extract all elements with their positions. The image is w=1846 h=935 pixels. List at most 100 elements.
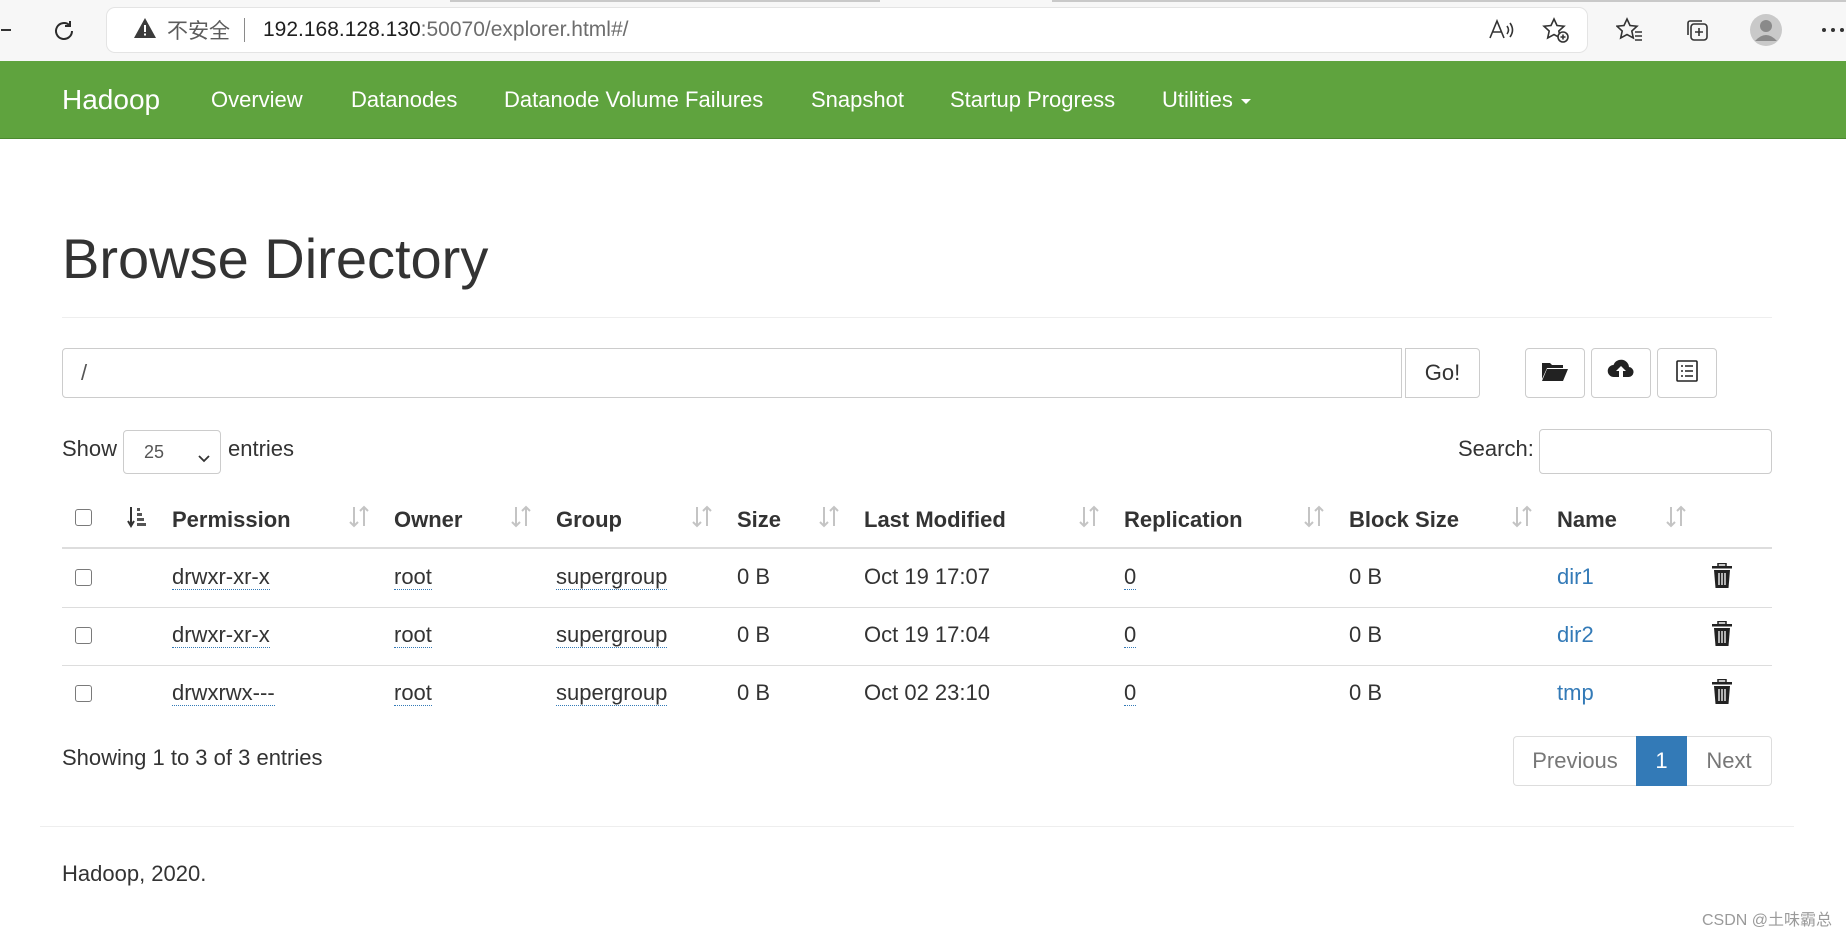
nav-startup-progress[interactable]: Startup Progress	[950, 61, 1115, 138]
pagination-previous[interactable]: Previous	[1513, 736, 1636, 786]
address-bar[interactable]: 不安全 192.168.128.130:50070/explorer.html#…	[107, 8, 1587, 52]
group-value[interactable]: supergroup	[556, 564, 668, 590]
upload-files-button[interactable]	[1591, 348, 1651, 398]
cell-name-link[interactable]: tmp	[1557, 678, 1594, 708]
go-button[interactable]: Go!	[1405, 348, 1480, 398]
favorites-icon[interactable]	[1614, 15, 1646, 45]
create-directory-button[interactable]	[1525, 348, 1585, 398]
row-checkbox[interactable]	[75, 685, 92, 702]
profile-avatar-icon[interactable]	[1748, 12, 1784, 48]
sort-both-icon[interactable]	[1665, 505, 1687, 534]
nav-overview[interactable]: Overview	[211, 61, 303, 138]
add-favorite-icon[interactable]	[1540, 15, 1572, 45]
column-header-block-size[interactable]: Block Size	[1349, 505, 1459, 535]
pagination-next[interactable]: Next	[1687, 736, 1772, 786]
row-checkbox[interactable]	[75, 569, 92, 586]
cut-paste-list-button[interactable]	[1657, 348, 1717, 398]
replication-value[interactable]: 0	[1124, 564, 1137, 590]
cell-replication[interactable]: 0	[1124, 620, 1137, 650]
chevron-down-icon	[196, 441, 212, 483]
entries-label: entries	[228, 436, 295, 461]
url-host: 192.168.128.130	[263, 18, 421, 41]
directory-path-input[interactable]	[62, 348, 1402, 398]
owner-value[interactable]: root	[394, 622, 432, 648]
footer-copyright: Hadoop, 2020.	[62, 861, 207, 886]
watermark: CSDN @土味霸总	[1701, 912, 1832, 929]
nav-datanodes[interactable]: Datanodes	[351, 61, 457, 138]
cell-block-size: 0 B	[1349, 680, 1383, 705]
top-navbar: Hadoop Overview Datanodes Datanode Volum…	[0, 61, 1846, 139]
column-header-group[interactable]: Group	[556, 505, 622, 535]
sort-both-icon[interactable]	[1511, 505, 1533, 534]
sort-both-icon[interactable]	[510, 505, 532, 534]
cell-owner[interactable]: root	[394, 620, 432, 650]
trash-icon[interactable]	[1711, 678, 1733, 710]
browser-tab-edge	[450, 0, 880, 2]
cell-group[interactable]: supergroup	[556, 620, 668, 650]
cell-owner[interactable]: root	[394, 678, 432, 708]
cell-block-size: 0 B	[1349, 622, 1383, 647]
column-header-last-modified[interactable]: Last Modified	[864, 505, 1006, 535]
title-divider	[62, 317, 1772, 318]
permission-value[interactable]: drwxrwx---	[172, 680, 275, 706]
cell-last-modified: Oct 19 17:04	[864, 622, 990, 647]
owner-value[interactable]: root	[394, 680, 432, 706]
table-info: Showing 1 to 3 of 3 entries	[62, 745, 323, 770]
security-label[interactable]: 不安全	[167, 15, 230, 45]
cell-name-link[interactable]: dir1	[1557, 562, 1594, 592]
group-value[interactable]: supergroup	[556, 622, 668, 648]
read-aloud-icon[interactable]	[1486, 16, 1516, 44]
owner-value[interactable]: root	[394, 564, 432, 590]
page-title: Browse Directory	[62, 227, 489, 290]
cell-group[interactable]: supergroup	[556, 562, 668, 592]
browser-toolbar: 不安全 192.168.128.130:50070/explorer.html#…	[0, 0, 1846, 62]
cell-last-modified: Oct 19 17:07	[864, 564, 990, 589]
caret-down-icon	[1240, 98, 1251, 104]
trash-icon[interactable]	[1711, 562, 1733, 594]
sort-both-icon[interactable]	[348, 505, 370, 534]
sort-ascending-icon[interactable]	[127, 505, 149, 534]
sort-both-icon[interactable]	[818, 505, 840, 534]
nav-datanode-volume-failures[interactable]: Datanode Volume Failures	[504, 61, 763, 138]
nav-utilities-dropdown[interactable]: Utilities	[1162, 61, 1251, 138]
group-value[interactable]: supergroup	[556, 680, 668, 706]
cell-permission[interactable]: drwxr-xr-x	[172, 620, 270, 650]
collections-icon[interactable]	[1681, 15, 1713, 45]
search-input[interactable]	[1539, 429, 1772, 474]
replication-value[interactable]: 0	[1124, 680, 1137, 706]
row-checkbox[interactable]	[75, 627, 92, 644]
trash-icon[interactable]	[1711, 620, 1733, 652]
permission-value[interactable]: drwxr-xr-x	[172, 622, 270, 648]
cell-group[interactable]: supergroup	[556, 678, 668, 708]
column-header-name[interactable]: Name	[1557, 505, 1617, 535]
more-options-icon[interactable]	[1820, 22, 1846, 38]
sort-both-icon[interactable]	[1078, 505, 1100, 534]
column-header-owner[interactable]: Owner	[394, 505, 462, 535]
refresh-icon[interactable]	[46, 14, 82, 48]
footer-divider	[40, 826, 1794, 827]
column-header-permission[interactable]: Permission	[172, 505, 291, 535]
permission-value[interactable]: drwxr-xr-x	[172, 564, 270, 590]
nav-snapshot[interactable]: Snapshot	[811, 61, 904, 138]
select-all-checkbox[interactable]	[75, 509, 92, 526]
cell-name-link[interactable]: dir2	[1557, 620, 1594, 650]
brand-logo[interactable]: Hadoop	[62, 61, 160, 138]
list-alt-icon	[1676, 359, 1698, 387]
cell-permission[interactable]: drwxrwx---	[172, 678, 275, 708]
back-edge-icon[interactable]	[0, 22, 12, 38]
entries-per-page-select[interactable]: 25	[123, 430, 221, 474]
cell-replication[interactable]: 0	[1124, 562, 1137, 592]
sort-both-icon[interactable]	[1303, 505, 1325, 534]
sort-both-icon[interactable]	[691, 505, 713, 534]
cell-permission[interactable]: drwxr-xr-x	[172, 562, 270, 592]
pagination-page-1[interactable]: 1	[1636, 736, 1687, 786]
cloud-upload-icon	[1607, 359, 1635, 388]
url-text[interactable]: 192.168.128.130:50070/explorer.html#/	[263, 18, 628, 42]
cell-replication[interactable]: 0	[1124, 678, 1137, 708]
column-header-replication[interactable]: Replication	[1124, 505, 1243, 535]
warning-icon[interactable]	[133, 17, 157, 44]
column-header-size[interactable]: Size	[737, 505, 781, 535]
replication-value[interactable]: 0	[1124, 622, 1137, 648]
cell-owner[interactable]: root	[394, 562, 432, 592]
show-label: Show	[62, 436, 118, 461]
